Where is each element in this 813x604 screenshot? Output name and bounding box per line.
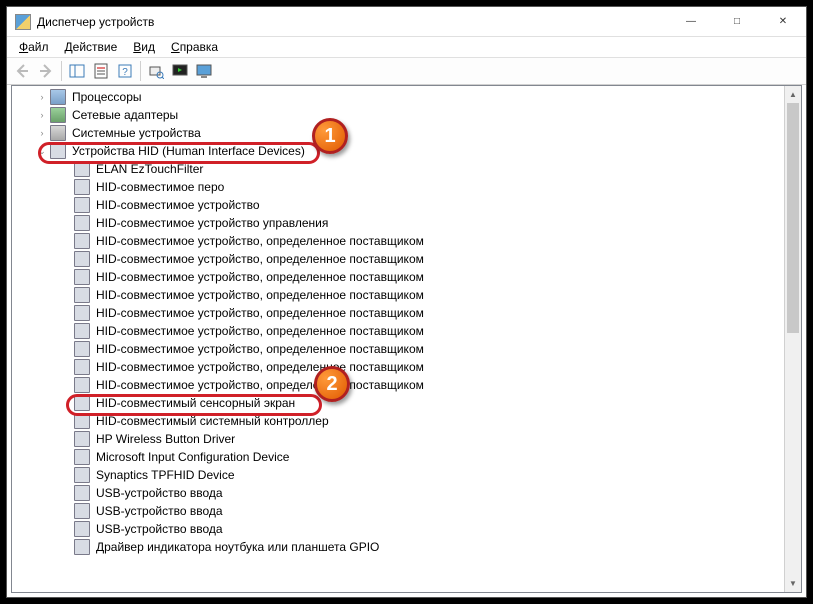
tree-node-hid-item[interactable]: HID-совместимое устройство, определенное… (12, 358, 801, 376)
tree-node-hid-item[interactable]: USB-устройство ввода (12, 484, 801, 502)
tree-node-hid-item[interactable]: HID-совместимое устройство, определенное… (12, 268, 801, 286)
menu-view[interactable]: Вид (125, 38, 163, 56)
hid-device-icon (74, 539, 90, 555)
tree-node-hid-item[interactable]: HID-совместимое устройство, определенное… (12, 250, 801, 268)
forward-button (35, 60, 57, 82)
processor-icon (50, 89, 66, 105)
tree-node-hid-item[interactable]: HID-совместимое устройство, определенное… (12, 340, 801, 358)
hid-device-icon (74, 269, 90, 285)
tree-node-hid-item[interactable]: ELAN EzTouchFilter (12, 160, 801, 178)
hid-device-icon (74, 503, 90, 519)
toolbar-separator (140, 61, 141, 81)
tree-node-hid-item[interactable]: USB-устройство ввода (12, 520, 801, 538)
arrow-right-icon (38, 63, 54, 79)
hid-device-icon (74, 359, 90, 375)
tree-node-hid-item[interactable]: HID-совместимый системный контроллер (12, 412, 801, 430)
menu-help[interactable]: Справка (163, 38, 226, 56)
close-button[interactable]: ✕ (760, 7, 806, 37)
tree-node-hid-item[interactable]: USB-устройство ввода (12, 502, 801, 520)
tree-node-hid-item[interactable]: HID-совместимый сенсорный экран (12, 394, 801, 412)
menu-file[interactable]: Файл (11, 38, 57, 56)
hid-device-icon (74, 341, 90, 357)
window-frame: Диспетчер устройств ― □ ✕ Файл Действие … (6, 6, 807, 598)
hid-device-icon (74, 377, 90, 393)
tree-node-hid-item[interactable]: HID-совместимое устройство (12, 196, 801, 214)
tree-node-hid-item[interactable]: HID-совместимое устройство, определенное… (12, 286, 801, 304)
hid-device-icon (74, 485, 90, 501)
vertical-scrollbar[interactable]: ▲ ▼ (784, 86, 801, 592)
tree-node-hid-item[interactable]: HP Wireless Button Driver (12, 430, 801, 448)
device-tree[interactable]: › Процессоры › Сетевые адаптеры › Систем… (12, 86, 801, 558)
add-hardware-button[interactable] (169, 60, 191, 82)
menu-action[interactable]: Действие (57, 38, 126, 56)
expand-icon[interactable]: › (36, 109, 48, 121)
monitor-play-icon (172, 63, 188, 79)
device-button[interactable] (193, 60, 215, 82)
tree-node-hid-category[interactable]: ⌄ Устройства HID (Human Interface Device… (12, 142, 801, 160)
tree-node-hid-item[interactable]: HID-совместимое устройство, определенное… (12, 232, 801, 250)
app-icon (15, 14, 31, 30)
help-icon: ? (117, 63, 133, 79)
hid-device-icon (74, 467, 90, 483)
console-tree-icon (69, 63, 85, 79)
system-icon (50, 125, 66, 141)
device-tree-pane: › Процессоры › Сетевые адаптеры › Систем… (11, 85, 802, 593)
hid-device-icon (74, 179, 90, 195)
show-hide-console-button[interactable] (66, 60, 88, 82)
tree-node-hid-item[interactable]: Microsoft Input Configuration Device (12, 448, 801, 466)
toolbar: ? (7, 57, 806, 85)
tree-node-network[interactable]: › Сетевые адаптеры (12, 106, 801, 124)
hid-device-icon (74, 431, 90, 447)
tree-node-hid-item[interactable]: HID-совместимое перо (12, 178, 801, 196)
tree-node-hid-item[interactable]: HID-совместимое устройство, определенное… (12, 304, 801, 322)
toolbar-separator (61, 61, 62, 81)
collapse-icon[interactable]: ⌄ (36, 145, 48, 157)
back-button (11, 60, 33, 82)
hid-device-icon (74, 521, 90, 537)
arrow-left-icon (14, 63, 30, 79)
hid-device-icon (74, 215, 90, 231)
svg-text:?: ? (122, 67, 128, 78)
scroll-down-button[interactable]: ▼ (785, 575, 801, 592)
tree-node-hid-item[interactable]: HID-совместимое устройство, определенное… (12, 376, 801, 394)
hid-device-icon (74, 233, 90, 249)
properties-icon (93, 63, 109, 79)
hid-icon (50, 143, 66, 159)
tree-node-hid-item[interactable]: Драйвер индикатора ноутбука или планшета… (12, 538, 801, 556)
monitor-icon (196, 63, 212, 79)
menubar: Файл Действие Вид Справка (7, 37, 806, 57)
hid-device-icon (74, 323, 90, 339)
scan-icon (148, 63, 164, 79)
help-button[interactable]: ? (114, 60, 136, 82)
expand-icon[interactable]: › (36, 91, 48, 103)
hid-device-icon (74, 251, 90, 267)
tree-node-hid-item[interactable]: HID-совместимое устройство, определенное… (12, 322, 801, 340)
hid-device-icon (74, 395, 90, 411)
hid-device-icon (74, 197, 90, 213)
tree-node-system[interactable]: › Системные устройства (12, 124, 801, 142)
hid-device-icon (74, 413, 90, 429)
scroll-up-button[interactable]: ▲ (785, 86, 801, 103)
tree-node-hid-item[interactable]: Synaptics TPFHID Device (12, 466, 801, 484)
minimize-button[interactable]: ― (668, 7, 714, 37)
maximize-button[interactable]: □ (714, 7, 760, 37)
hid-device-icon (74, 287, 90, 303)
scan-hardware-button[interactable] (145, 60, 167, 82)
hid-device-icon (74, 305, 90, 321)
network-icon (50, 107, 66, 123)
tree-node-hid-item[interactable]: HID-совместимое устройство управления (12, 214, 801, 232)
hid-device-icon (74, 449, 90, 465)
scroll-thumb[interactable] (785, 103, 801, 575)
expand-icon[interactable]: › (36, 127, 48, 139)
titlebar: Диспетчер устройств ― □ ✕ (7, 7, 806, 37)
window-title: Диспетчер устройств (37, 15, 668, 29)
properties-button[interactable] (90, 60, 112, 82)
tree-node-processors[interactable]: › Процессоры (12, 88, 801, 106)
hid-device-icon (74, 161, 90, 177)
